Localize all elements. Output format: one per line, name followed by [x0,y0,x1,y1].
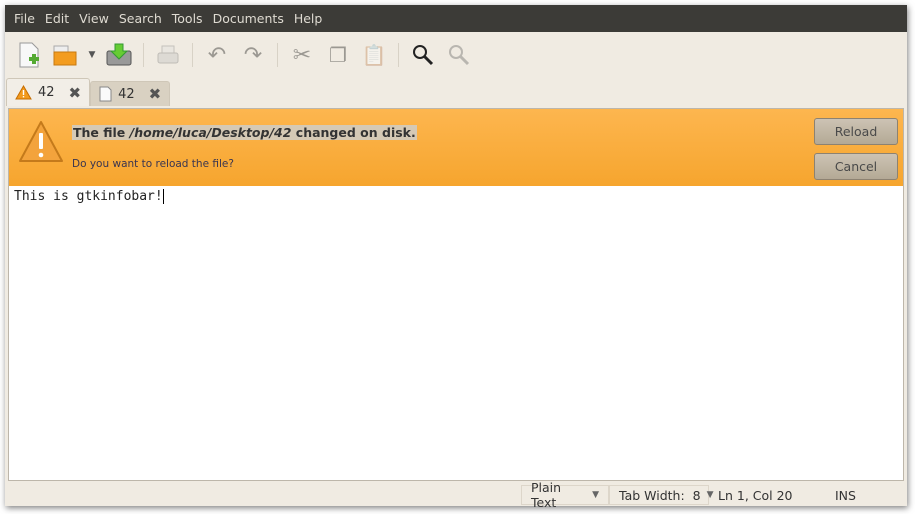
warning-icon [15,85,32,100]
reload-button[interactable]: Reload [814,118,898,145]
menu-search[interactable]: Search [114,11,167,26]
undo-button[interactable]: ↶ [201,39,233,71]
file-path: /home/luca/Desktop/42 [129,125,292,140]
menu-view[interactable]: View [74,11,114,26]
copy-icon: ❐ [329,43,347,67]
infobar: The file /home/luca/Desktop/42 changed o… [9,109,903,186]
dropdown-arrow-icon: ▼ [592,490,599,500]
dropdown-arrow-icon: ▼ [88,50,96,60]
cancel-button[interactable]: Cancel [814,153,898,180]
save-icon [106,43,132,66]
editor-content: This is gtkinfobar! [14,189,163,204]
menu-tools[interactable]: Tools [167,11,208,26]
cut-button[interactable]: ✂ [286,39,318,71]
document-icon [99,86,112,102]
infobar-title: The file /home/luca/Desktop/42 changed o… [72,125,417,140]
clear-highlight-icon [449,45,470,66]
menu-bar: File Edit View Search Tools Documents He… [5,5,907,32]
language-label: Plain Text [531,480,562,510]
menu-edit[interactable]: Edit [40,11,74,26]
editor-window: File Edit View Search Tools Documents He… [5,5,907,510]
new-document-icon [19,42,39,68]
menu-help[interactable]: Help [289,11,328,26]
tab-label: 42 [38,85,55,100]
clear-highlight-button[interactable] [443,39,475,71]
infobar-question: Do you want to reload the file? [72,158,234,170]
tab-label: 42 [118,86,135,102]
tab-width-selector[interactable]: Tab Width: 8 ▼ [609,485,713,505]
undo-icon: ↶ [207,42,227,68]
open-dropdown-button[interactable]: ▼ [85,39,99,71]
paste-icon: 📋 [361,43,387,67]
open-folder-icon [53,45,77,66]
warning-icon [19,121,63,162]
open-button[interactable] [49,39,81,71]
separator [143,43,144,67]
close-tab-icon[interactable]: ✖ [69,84,82,102]
close-tab-icon[interactable]: ✖ [149,85,162,103]
redo-button[interactable]: ↷ [237,39,269,71]
text-cursor [162,189,164,204]
status-bar: Plain Text ▼ Tab Width: 8 ▼ Ln 1, Col 20 I… [5,480,907,510]
text-editor[interactable]: This is gtkinfobar! [9,186,903,207]
editor-frame: The file /home/luca/Desktop/42 changed o… [8,108,904,481]
separator [277,43,278,67]
separator [192,43,193,67]
search-icon [413,45,434,66]
tab-42-modified[interactable]: 42 ✖ [6,78,91,106]
menu-file[interactable]: File [9,11,40,26]
paste-button[interactable]: 📋 [358,39,390,71]
menu-documents[interactable]: Documents [208,11,289,26]
print-icon [157,45,179,64]
language-selector[interactable]: Plain Text ▼ [521,480,609,510]
print-button[interactable] [152,39,184,71]
tab-42[interactable]: 42 ✖ [90,81,171,106]
search-button[interactable] [407,39,439,71]
save-button[interactable] [103,39,135,71]
tab-width-label: Tab Width: 8 [619,487,701,503]
cut-icon: ✂ [292,42,312,68]
separator [398,43,399,67]
toolbar: ▼ ↶ ↷ ✂ ❐ 📋 [5,32,907,78]
tab-bar: 42 ✖ 42 ✖ [5,78,907,106]
insert-mode: INS [835,487,856,503]
redo-icon: ↷ [243,42,263,68]
cursor-position: Ln 1, Col 20 [718,487,793,503]
new-document-button[interactable] [13,39,45,71]
copy-button[interactable]: ❐ [322,39,354,71]
